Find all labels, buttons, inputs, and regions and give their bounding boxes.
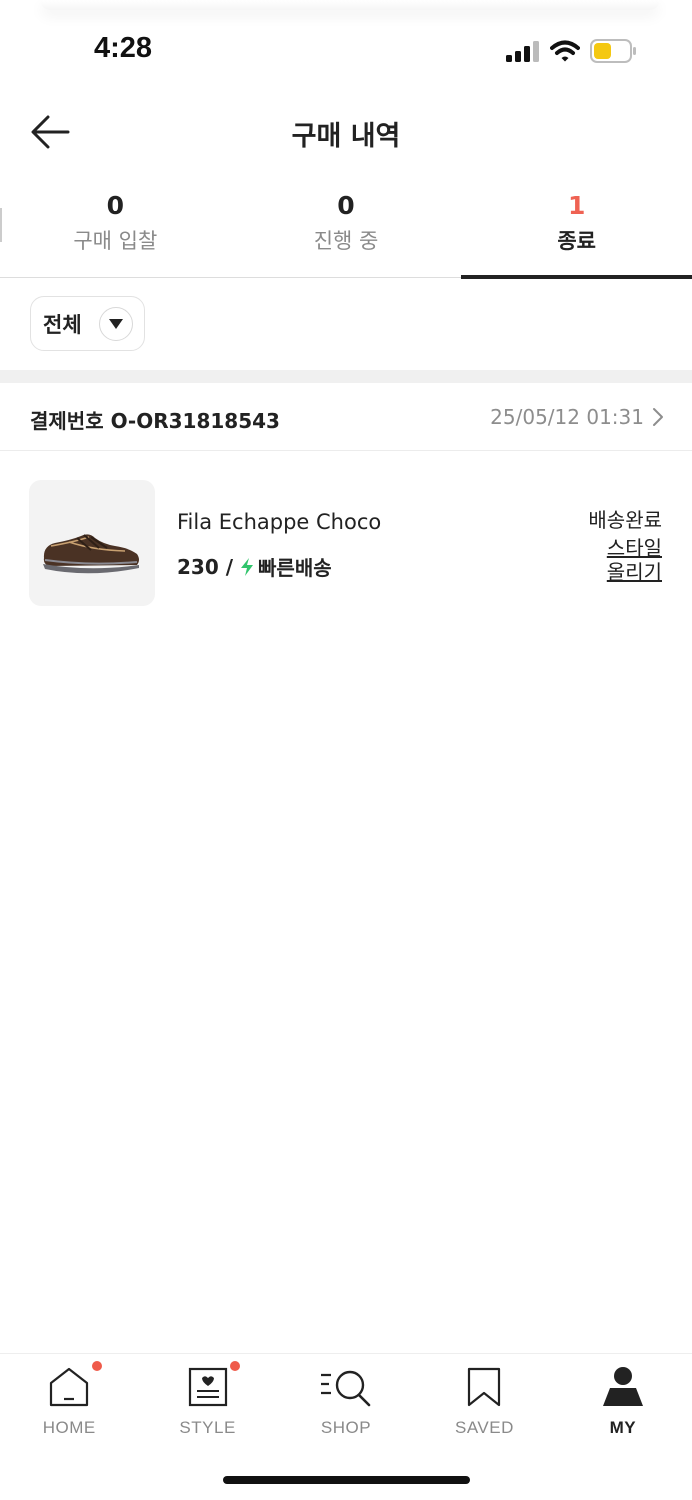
notification-dot bbox=[230, 1361, 241, 1371]
upload-style-link[interactable]: 스타일 올리기 bbox=[592, 536, 662, 584]
header: 구매 내역 bbox=[0, 100, 692, 164]
page-title: 구매 내역 bbox=[291, 121, 401, 152]
chevron-right-icon bbox=[653, 408, 663, 426]
product-meta: 230 / 빠른배송 bbox=[177, 552, 332, 581]
filter-dropdown[interactable]: 전체 bbox=[30, 296, 145, 351]
wifi-icon bbox=[550, 40, 580, 62]
tab-count: 1 bbox=[567, 191, 586, 220]
dropdown-circle bbox=[99, 307, 133, 341]
section-divider bbox=[0, 370, 692, 383]
tab-bar: 0 구매 입찰 0 진행 중 1 종료 bbox=[0, 186, 692, 279]
nav-style[interactable]: STYLE bbox=[138, 1354, 276, 1445]
tab-label: 구매 입찰 bbox=[73, 229, 158, 253]
delivery-status: 배송완료 bbox=[588, 508, 662, 532]
top-shade bbox=[40, 0, 660, 10]
order-number: 결제번호 O-OR31818543 bbox=[30, 409, 280, 433]
person-icon bbox=[602, 1367, 643, 1406]
product-size: 230 / bbox=[177, 554, 234, 579]
nav-shop[interactable]: SHOP bbox=[277, 1354, 415, 1445]
notification-dot bbox=[92, 1361, 102, 1371]
tab-label: 진행 중 bbox=[313, 229, 379, 253]
nav-label: SAVED bbox=[454, 1418, 514, 1437]
shop-search-icon bbox=[321, 1370, 371, 1407]
order-date: 25/05/12 01:31 bbox=[490, 405, 644, 429]
style-icon bbox=[188, 1367, 227, 1407]
bottom-nav: HOME STYLE SHOP SAVED MY bbox=[0, 1353, 692, 1445]
bookmark-icon bbox=[468, 1367, 501, 1407]
fast-delivery-label: 빠른배송 bbox=[258, 556, 332, 580]
tab-label: 종료 bbox=[557, 229, 596, 253]
tab-count: 0 bbox=[106, 191, 125, 220]
signal-icon bbox=[506, 41, 539, 62]
nav-label: STYLE bbox=[179, 1418, 236, 1437]
product-name[interactable]: Fila Echappe Choco bbox=[177, 510, 381, 534]
nav-label: MY bbox=[609, 1418, 637, 1437]
nav-label: SHOP bbox=[320, 1418, 372, 1437]
tab-purchase-bids[interactable]: 0 구매 입찰 bbox=[0, 186, 231, 277]
lightning-icon bbox=[241, 557, 254, 576]
home-icon bbox=[50, 1367, 89, 1407]
tab-completed[interactable]: 1 종료 bbox=[461, 186, 692, 279]
triangle-down-icon bbox=[109, 319, 123, 329]
tab-count: 0 bbox=[337, 191, 355, 220]
filter-label: 전체 bbox=[43, 312, 82, 337]
battery-icon bbox=[590, 39, 636, 63]
product-thumbnail[interactable] bbox=[29, 480, 155, 606]
status-time: 4:28 bbox=[94, 32, 153, 64]
status-icons bbox=[506, 38, 636, 64]
order-date-link[interactable]: 25/05/12 01:31 bbox=[490, 405, 664, 429]
order-item: Fila Echappe Choco 230 / 빠른배송 배송완료 스타일 올… bbox=[0, 452, 692, 632]
home-indicator bbox=[223, 1476, 470, 1484]
sneaker-image bbox=[43, 534, 139, 574]
tab-in-progress[interactable]: 0 진행 중 bbox=[231, 186, 462, 277]
nav-saved[interactable]: SAVED bbox=[415, 1354, 553, 1445]
nav-label: HOME bbox=[42, 1418, 96, 1437]
nav-home[interactable]: HOME bbox=[0, 1354, 138, 1445]
nav-my[interactable]: MY bbox=[554, 1354, 692, 1445]
order-header: 결제번호 O-OR31818543 25/05/12 01:31 bbox=[0, 383, 692, 451]
